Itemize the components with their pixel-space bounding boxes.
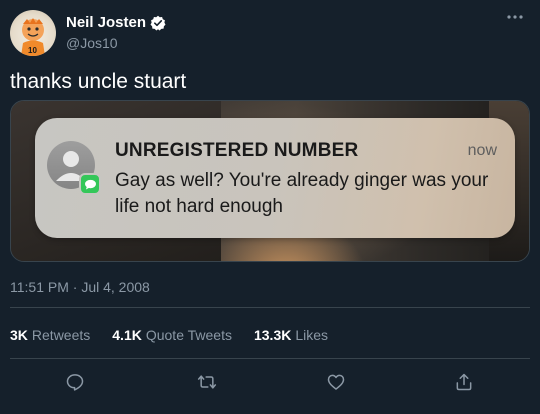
- likes-count: 13.3K: [253, 327, 292, 343]
- imessage-notification-banner: UNREGISTERED NUMBER now Gay as well? You…: [35, 118, 515, 238]
- tweet-media-image[interactable]: UNREGISTERED NUMBER now Gay as well? You…: [10, 100, 530, 262]
- author-name[interactable]: Neil Josten: [66, 14, 146, 31]
- retweets-count: 3K: [10, 327, 28, 343]
- notification-body: Gay as well? You're already ginger was y…: [115, 170, 489, 217]
- quote-tweets-stat[interactable]: 4.1K Quote Tweets: [112, 327, 232, 343]
- retweets-stat[interactable]: 3K Retweets: [10, 327, 90, 343]
- tweet-stats: 3K Retweets 4.1K Quote Tweets 13.3K Likes: [10, 327, 328, 343]
- share-icon[interactable]: [452, 370, 476, 394]
- quotes-count: 4.1K: [112, 327, 142, 343]
- quotes-label: Quote Tweets: [145, 327, 232, 343]
- avatar-number: 10: [28, 46, 37, 55]
- retweets-label: Retweets: [31, 327, 91, 343]
- likes-stat[interactable]: 13.3K Likes: [254, 327, 328, 343]
- divider: [10, 307, 530, 308]
- more-icon[interactable]: [504, 6, 526, 28]
- notification-time: now: [467, 142, 497, 159]
- like-icon[interactable]: [324, 370, 348, 394]
- messages-app-icon: [79, 173, 101, 195]
- likes-label: Likes: [295, 327, 329, 343]
- author-name-row[interactable]: Neil Josten: [66, 14, 166, 31]
- tweet-action-bar: [0, 368, 540, 398]
- reply-icon[interactable]: [63, 370, 87, 394]
- avatar[interactable]: 10: [10, 10, 56, 56]
- divider: [10, 358, 530, 359]
- retweet-icon[interactable]: [195, 370, 219, 394]
- notification-title: UNREGISTERED NUMBER: [115, 140, 359, 161]
- author-handle[interactable]: @Jos10: [66, 35, 118, 51]
- verified-badge-icon: [150, 15, 166, 31]
- tweet-timestamp[interactable]: 11:51 PM · Jul 4, 2008: [10, 279, 150, 295]
- tweet-text: thanks uncle stuart: [10, 70, 187, 93]
